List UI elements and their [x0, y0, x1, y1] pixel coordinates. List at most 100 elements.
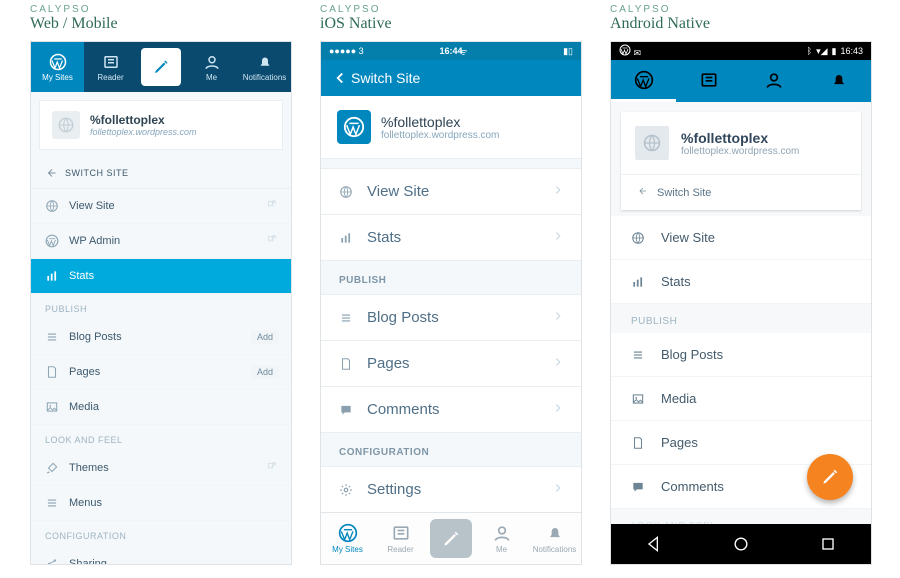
nav-home-button[interactable] — [731, 534, 751, 554]
menu-media[interactable]: Media — [611, 377, 871, 421]
tab-my-sites[interactable]: My Sites — [31, 42, 84, 92]
menu-comments[interactable]: Comments — [321, 387, 581, 433]
globe-icon — [52, 111, 80, 139]
wordpress-icon — [337, 110, 371, 144]
menu-view-site[interactable]: View Site — [31, 189, 291, 224]
caption-platform-ios: iOS Native — [320, 15, 582, 33]
tab-me[interactable]: Me — [475, 513, 528, 564]
menu-media[interactable]: Media — [31, 390, 291, 425]
external-icon — [266, 461, 277, 475]
media-icon — [631, 392, 645, 406]
chevron-right-icon — [551, 229, 565, 247]
globe-icon — [45, 199, 59, 213]
site-card[interactable]: %follettoplexfollettoplex.wordpress.com — [321, 96, 581, 159]
compose-button[interactable] — [430, 519, 472, 558]
menu-sharing[interactable]: Sharing — [31, 547, 291, 565]
tab-my-sites[interactable]: My Sites — [321, 513, 374, 564]
add-button[interactable]: Add — [251, 365, 279, 379]
menu-menus[interactable]: Menus — [31, 486, 291, 521]
switch-site-button[interactable]: Switch Site — [621, 174, 861, 210]
menu-label: Pages — [69, 366, 100, 378]
site-name: %follettoplex — [381, 114, 499, 130]
themes-icon — [45, 461, 59, 475]
status-carrier: ●●●●● 3 — [329, 46, 364, 56]
menu-stats[interactable]: Stats — [31, 259, 291, 294]
ios-status-bar: ●●●●● 3 ᯤ 16:44 ▮▯ — [321, 42, 581, 60]
site-url: follettoplex.wordpress.com — [90, 127, 197, 137]
android-top-tabs — [611, 60, 871, 102]
android-device: ✉ ᛒ▾◢▮16:43 %follettoplexfollettoplex.wo… — [610, 41, 872, 565]
menu-label: Blog Posts — [661, 347, 723, 362]
tab-me[interactable] — [741, 60, 806, 102]
site-url: follettoplex.wordpress.com — [681, 146, 799, 157]
site-url: follettoplex.wordpress.com — [381, 130, 499, 141]
android-nav-bar — [611, 524, 871, 564]
back-button[interactable]: Switch Site — [331, 69, 420, 87]
menu-themes[interactable]: Themes — [31, 451, 291, 486]
tab-label: Me — [496, 545, 507, 554]
fab-compose-button[interactable] — [807, 454, 853, 500]
menu-label: Media — [661, 391, 696, 406]
comments-icon — [631, 480, 645, 494]
menu-blog-posts[interactable]: Blog Posts — [321, 295, 581, 341]
menu-stats[interactable]: Stats — [611, 260, 871, 304]
menu-wp-admin[interactable]: WP Admin — [31, 224, 291, 259]
switch-site-label: SWITCH SITE — [65, 168, 129, 178]
tab-notifications[interactable]: Notifications — [238, 42, 291, 92]
menu-label: Pages — [661, 435, 698, 450]
pages-icon — [631, 436, 645, 450]
menu-blog-posts[interactable]: Blog Posts Add — [31, 320, 291, 355]
pages-icon — [339, 357, 353, 371]
switch-site-button[interactable]: SWITCH SITE — [31, 158, 291, 189]
tab-label: Notifications — [243, 73, 287, 82]
menu-label: Pages — [367, 355, 410, 372]
nav-back-button[interactable] — [644, 534, 664, 554]
nav-title: Switch Site — [351, 70, 420, 86]
tab-me[interactable]: Me — [185, 42, 238, 92]
tab-notifications[interactable]: Notifications — [528, 513, 581, 564]
ios-device: ●●●●● 3 ᯤ 16:44 ▮▯ Switch Site %folletto… — [320, 41, 582, 565]
tab-label: My Sites — [332, 545, 363, 554]
section-publish: PUBLISH — [611, 304, 871, 333]
menu-label: View Site — [661, 230, 715, 245]
battery-icon: ▮▯ — [563, 46, 573, 57]
tab-label: Reader — [97, 73, 123, 82]
menu-pages[interactable]: Pages Add — [31, 355, 291, 390]
menu-label: Stats — [69, 270, 94, 282]
tab-reader[interactable]: Reader — [84, 42, 137, 92]
tab-reader[interactable]: Reader — [374, 513, 427, 564]
menu-stats[interactable]: Stats — [321, 215, 581, 261]
menu-label: Stats — [661, 274, 691, 289]
menu-pages[interactable]: Pages — [321, 341, 581, 387]
site-card: %follettoplexfollettoplex.wordpress.com … — [621, 112, 861, 210]
menu-label: Blog Posts — [69, 331, 122, 343]
menu-label: Stats — [367, 229, 401, 246]
menu-label: Blog Posts — [367, 309, 439, 326]
chevron-right-icon — [551, 183, 565, 201]
menu-view-site[interactable]: View Site — [611, 216, 871, 260]
section-config: CONFIGURATION — [321, 433, 581, 467]
nav-recent-button[interactable] — [818, 534, 838, 554]
chevron-right-icon — [551, 481, 565, 499]
menu-blog-posts[interactable]: Blog Posts — [611, 333, 871, 377]
compose-button[interactable] — [141, 48, 181, 86]
masterbar: My Sites Reader Me Notifications — [31, 42, 291, 92]
menu-view-site[interactable]: View Site — [321, 169, 581, 215]
status-left-icons: ✉ — [619, 44, 641, 59]
tab-reader[interactable] — [676, 60, 741, 102]
stats-icon — [45, 269, 59, 283]
site-card[interactable]: %follettoplex follettoplex.wordpress.com — [39, 100, 283, 150]
add-button[interactable]: Add — [251, 330, 279, 344]
wordpress-icon — [45, 234, 59, 248]
menu-settings[interactable]: Settings — [321, 467, 581, 513]
tab-my-sites[interactable] — [611, 60, 676, 102]
pages-icon — [45, 365, 59, 379]
caption-platform-web: Web / Mobile — [30, 15, 292, 33]
site-card-header[interactable]: %follettoplexfollettoplex.wordpress.com — [621, 112, 861, 174]
tab-label: Me — [206, 73, 217, 82]
tab-notifications[interactable] — [806, 60, 871, 102]
menu-label: Comments — [367, 401, 440, 418]
menu-label: Menus — [69, 497, 102, 509]
menu-label: Settings — [367, 481, 421, 498]
bluetooth-icon: ᛒ — [807, 46, 812, 56]
